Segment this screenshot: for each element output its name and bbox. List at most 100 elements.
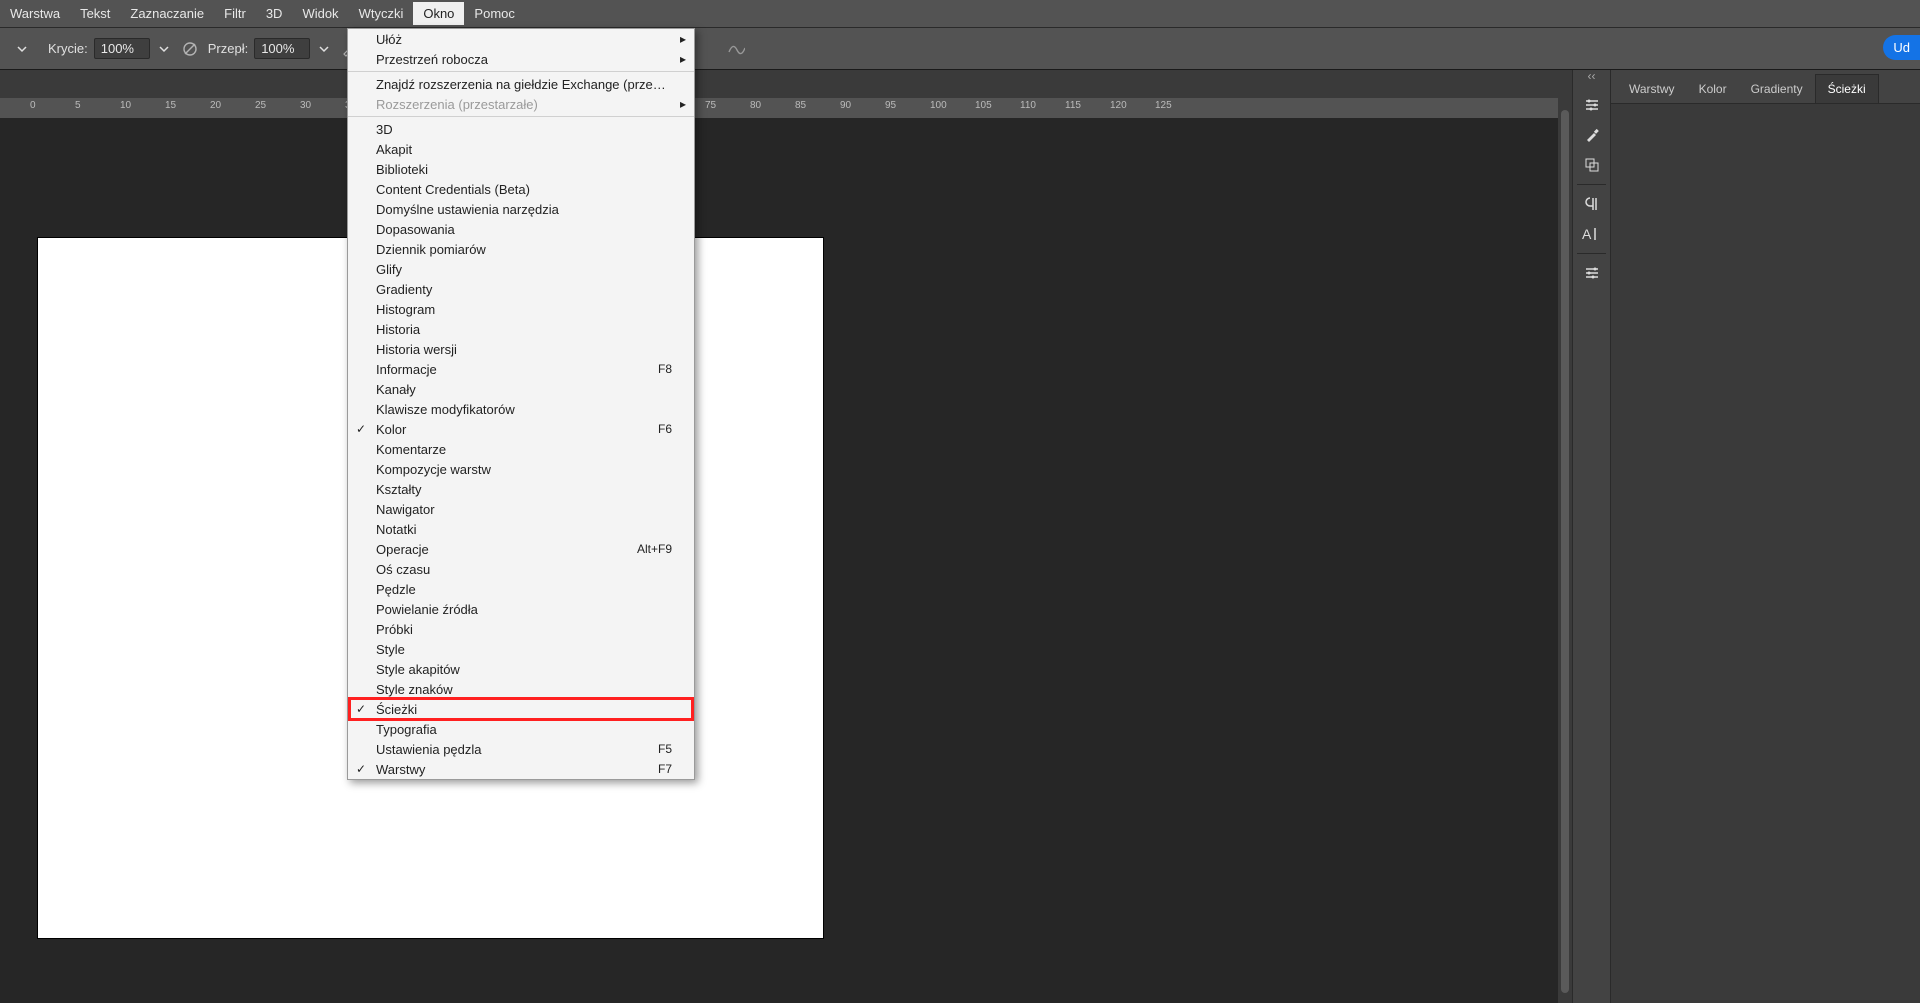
panel-column: WarstwyKolorGradientyŚcieżki [1610,70,1920,1003]
menu-item-zaznaczanie[interactable]: Zaznaczanie [120,2,214,25]
svg-text:A: A [1582,226,1592,242]
ruler-tick: 120 [1110,100,1127,111]
menu-entry-nawigator[interactable]: Nawigator [348,499,694,519]
adjustments-panel-icon[interactable] [1573,258,1611,288]
menu-entry-historia-wersji[interactable]: Historia wersji [348,339,694,359]
menu-entry-komentarze[interactable]: Komentarze [348,439,694,459]
panel-tab-warstwy[interactable]: Warstwy [1617,75,1687,103]
menu-entry-typografia[interactable]: Typografia [348,719,694,739]
menu-entry-content-credentials-beta-[interactable]: Content Credentials (Beta) [348,179,694,199]
menu-entry-powielanie-źródła[interactable]: Powielanie źródła [348,599,694,619]
collapsed-panel-rail: ‹‹ A [1572,70,1610,1003]
menu-item-okno[interactable]: Okno [413,2,464,25]
menu-entry-label: Kształty [376,482,672,497]
menu-entry-informacje[interactable]: InformacjeF8 [348,359,694,379]
clone-source-panel-icon[interactable] [1573,150,1611,180]
menu-item-pomoc[interactable]: Pomoc [464,2,524,25]
flow-input[interactable] [254,38,310,59]
menu-entry-ułóż[interactable]: Ułóż▸ [348,29,694,49]
menu-entry-historia[interactable]: Historia [348,319,694,339]
smoothing-icon[interactable] [726,39,746,59]
menu-entry-label: Typografia [376,722,672,737]
menu-entry-label: Gradienty [376,282,672,297]
paragraph-panel-icon[interactable] [1573,189,1611,219]
menu-shortcut: F6 [658,422,672,436]
menu-entry-dopasowania[interactable]: Dopasowania [348,219,694,239]
menu-entry-style-znaków[interactable]: Style znaków [348,679,694,699]
ruler-tick: 115 [1065,100,1081,111]
menu-entry-label: Komentarze [376,442,672,457]
share-button[interactable]: Ud [1883,35,1920,60]
tool-preset-chevron-icon[interactable] [14,41,30,57]
menu-entry-rozszerzenia-przestarzałe-: Rozszerzenia (przestarzałe)▸ [348,94,694,114]
panel-tab-gradienty[interactable]: Gradienty [1739,75,1815,103]
menu-entry-przestrzeń-robocza[interactable]: Przestrzeń robocza▸ [348,49,694,69]
menu-shortcut: F7 [658,762,672,776]
menu-entry-style[interactable]: Style [348,639,694,659]
ruler-tick: 10 [120,100,131,111]
menu-entry-próbki[interactable]: Próbki [348,619,694,639]
menu-entry-warstwy[interactable]: ✓WarstwyF7 [348,759,694,779]
check-icon: ✓ [356,762,366,776]
menu-entry-kanały[interactable]: Kanały [348,379,694,399]
ruler-tick: 95 [885,100,896,111]
menu-shortcut: F8 [658,362,672,376]
menu-entry-notatki[interactable]: Notatki [348,519,694,539]
ruler-tick: 20 [210,100,221,111]
pressure-opacity-icon[interactable] [180,39,200,59]
rail-collapse-handle-icon[interactable]: ‹‹ [1573,70,1610,82]
menu-entry-label: Style akapitów [376,662,672,677]
menu-entry-pędzle[interactable]: Pędzle [348,579,694,599]
menu-entry-label: Oś czasu [376,562,672,577]
brush-settings-panel-icon[interactable] [1573,90,1611,120]
menu-item-widok[interactable]: Widok [292,2,348,25]
menu-entry-label: Rozszerzenia (przestarzałe) [376,97,672,112]
menu-item-filtr[interactable]: Filtr [214,2,256,25]
menu-entry-klawisze-modyfikatorów[interactable]: Klawisze modyfikatorów [348,399,694,419]
flow-chevron-icon[interactable] [316,41,332,57]
menu-item-warstwa[interactable]: Warstwa [0,2,70,25]
menu-entry-histogram[interactable]: Histogram [348,299,694,319]
menu-entry-znajdź-rozszerzenia-na-giełdzie-[interactable]: Znajdź rozszerzenia na giełdzie Exchange… [348,74,694,94]
brushes-panel-icon[interactable] [1573,120,1611,150]
menu-entry-biblioteki[interactable]: Biblioteki [348,159,694,179]
panel-tab-ścieżki[interactable]: Ścieżki [1815,74,1879,103]
menu-entry-style-akapitów[interactable]: Style akapitów [348,659,694,679]
character-panel-icon[interactable]: A [1573,219,1611,249]
menu-entry-kształty[interactable]: Kształty [348,479,694,499]
opacity-chevron-icon[interactable] [156,41,172,57]
menu-entry-oś-czasu[interactable]: Oś czasu [348,559,694,579]
menu-entry-dziennik-pomiarów[interactable]: Dziennik pomiarów [348,239,694,259]
menu-entry-label: Notatki [376,522,672,537]
menu-entry-label: Histogram [376,302,672,317]
window-menu-dropdown: Ułóż▸Przestrzeń robocza▸ Znajdź rozszerze… [347,28,695,780]
menu-shortcut: Alt+F9 [637,542,672,556]
menu-entry-ustawienia-pędzla[interactable]: Ustawienia pędzlaF5 [348,739,694,759]
menu-item-wtyczki[interactable]: Wtyczki [349,2,414,25]
menu-entry-akapit[interactable]: Akapit [348,139,694,159]
menu-entry-kompozycje-warstw[interactable]: Kompozycje warstw [348,459,694,479]
panel-tab-kolor[interactable]: Kolor [1687,75,1739,103]
menu-entry-operacje[interactable]: OperacjeAlt+F9 [348,539,694,559]
menu-item-3d[interactable]: 3D [256,2,293,25]
menu-entry-domyślne-ustawienia-narzędzia[interactable]: Domyślne ustawienia narzędzia [348,199,694,219]
menu-entry-label: Style znaków [376,682,672,697]
menu-entry-gradienty[interactable]: Gradienty [348,279,694,299]
menu-entry-label: 3D [376,122,672,137]
menu-entry-label: Ułóż [376,32,672,47]
menu-entry-3d[interactable]: 3D [348,119,694,139]
canvas-scrollbar[interactable] [1558,70,1572,1003]
paths-panel-body[interactable] [1611,104,1920,1003]
menu-entry-glify[interactable]: Glify [348,259,694,279]
check-icon: ✓ [356,702,366,716]
ruler-tick: 5 [75,100,81,111]
opacity-input[interactable] [94,38,150,59]
menu-shortcut: F5 [658,742,672,756]
panel-tabs: WarstwyKolorGradientyŚcieżki [1611,70,1920,104]
menu-item-tekst[interactable]: Tekst [70,2,120,25]
menu-entry-label: Przestrzeń robocza [376,52,672,67]
menu-separator [348,116,694,117]
menu-entry-kolor[interactable]: ✓KolorF6 [348,419,694,439]
menu-entry-ścieżki[interactable]: ✓Ścieżki [348,699,694,719]
ruler-tick: 110 [1020,100,1036,111]
